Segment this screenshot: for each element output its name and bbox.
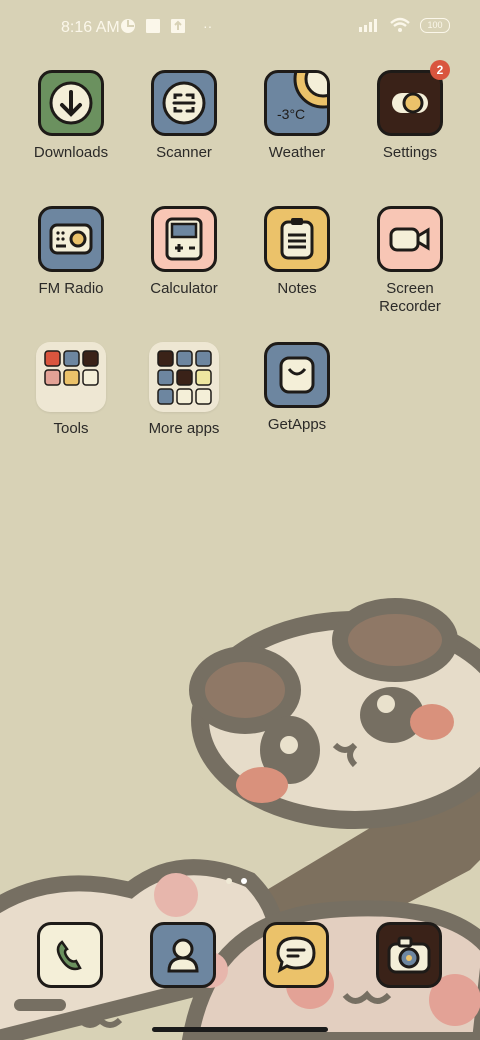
dock-contacts[interactable] bbox=[150, 922, 216, 988]
weather-tile[interactable]: -3°C bbox=[264, 70, 330, 136]
app-label: Downloads bbox=[33, 144, 109, 161]
calculator-icon bbox=[165, 217, 203, 261]
page-dot-active[interactable] bbox=[241, 878, 247, 884]
page-dot[interactable] bbox=[226, 878, 232, 884]
app-label: GetApps bbox=[267, 416, 327, 433]
more-notifications-icon: ·· bbox=[203, 18, 213, 34]
app-downloads[interactable]: Downloads bbox=[15, 70, 127, 162]
tools-folder-icons bbox=[44, 350, 99, 386]
notes-icon bbox=[280, 218, 314, 260]
calculator-tile[interactable] bbox=[151, 206, 217, 272]
app-weather[interactable]: -3°C Weather bbox=[241, 70, 353, 162]
app-settings[interactable]: 2 Settings bbox=[354, 60, 466, 162]
app-label: Weather bbox=[268, 144, 326, 161]
app-label: Screen Recorder bbox=[379, 280, 441, 315]
wifi-icon bbox=[390, 17, 410, 32]
app-label: Settings bbox=[382, 144, 438, 161]
scanner-tile[interactable] bbox=[151, 70, 217, 136]
dock-messages[interactable] bbox=[263, 922, 329, 988]
folder-more-apps[interactable]: More apps bbox=[128, 342, 240, 438]
more-apps-folder-icons bbox=[157, 350, 212, 405]
battery-indicator: 100 bbox=[420, 17, 450, 33]
signal-icon bbox=[359, 19, 377, 32]
messages-icon bbox=[276, 936, 316, 974]
dock-camera[interactable] bbox=[376, 922, 442, 988]
radio-icon bbox=[49, 223, 93, 255]
app-screen-recorder[interactable]: Screen Recorder bbox=[354, 206, 466, 316]
fm-radio-tile[interactable] bbox=[38, 206, 104, 272]
app-scanner[interactable]: Scanner bbox=[128, 70, 240, 162]
upload-notification-icon bbox=[171, 19, 185, 33]
notification-badge: 2 bbox=[430, 60, 450, 80]
tools-folder-tile[interactable] bbox=[36, 342, 106, 412]
app-label: Scanner bbox=[156, 144, 212, 161]
settings-toggle-icon bbox=[392, 92, 428, 114]
contacts-icon bbox=[167, 938, 199, 973]
screen-recorder-tile[interactable] bbox=[377, 206, 443, 272]
downloads-tile[interactable] bbox=[38, 70, 104, 136]
app-fm-radio[interactable]: FM Radio bbox=[15, 206, 127, 298]
folder-label: More apps bbox=[148, 420, 220, 437]
app-label: FM Radio bbox=[38, 280, 104, 297]
scanner-icon bbox=[162, 81, 206, 125]
camera-icon bbox=[387, 936, 431, 974]
getapps-tile[interactable] bbox=[264, 342, 330, 408]
more-apps-folder-tile[interactable] bbox=[149, 342, 219, 412]
video-camera-icon bbox=[389, 227, 430, 252]
status-time: 8:16 AM bbox=[61, 19, 120, 36]
download-icon bbox=[49, 81, 93, 125]
notes-tile[interactable] bbox=[264, 206, 330, 272]
dock-phone[interactable] bbox=[37, 922, 103, 988]
app-getapps[interactable]: GetApps bbox=[241, 342, 353, 434]
weather-icon bbox=[293, 73, 327, 109]
app-notes[interactable]: Notes bbox=[241, 206, 353, 298]
status-right: 100 bbox=[358, 17, 450, 33]
notification-icons: ·· bbox=[120, 18, 212, 34]
gesture-navigation-bar[interactable] bbox=[152, 1027, 328, 1032]
app-label: Calculator bbox=[150, 280, 218, 297]
app-label: Notes bbox=[277, 280, 317, 297]
getapps-icon bbox=[279, 356, 315, 394]
app-calculator[interactable]: Calculator bbox=[128, 206, 240, 298]
data-saver-icon bbox=[121, 19, 135, 33]
notification-square-icon bbox=[146, 19, 160, 33]
settings-tile[interactable] bbox=[377, 70, 443, 136]
folder-label: Tools bbox=[53, 420, 89, 437]
weather-temperature: -3°C bbox=[277, 106, 306, 122]
page-indicator[interactable] bbox=[226, 878, 247, 884]
phone-icon bbox=[49, 934, 91, 976]
folder-tools[interactable]: Tools bbox=[15, 342, 127, 438]
status-bar: 8:16 AM ·· 100 bbox=[0, 0, 480, 56]
